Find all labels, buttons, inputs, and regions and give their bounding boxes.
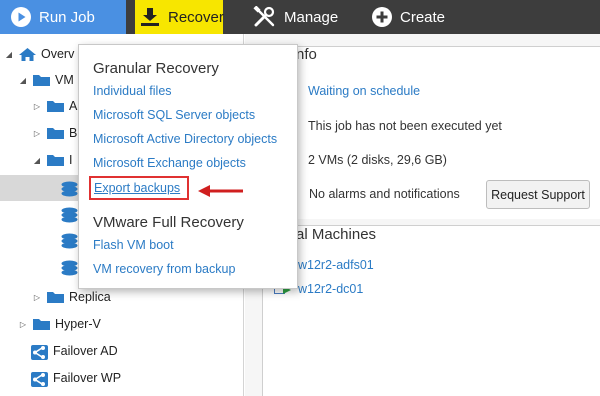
- tree-item-folder-b[interactable]: ▷ B: [32, 120, 77, 146]
- collapse-arrow-icon[interactable]: ▷: [32, 102, 42, 111]
- menu-item-export-backups[interactable]: Export backups: [89, 176, 189, 200]
- create-button[interactable]: Create: [371, 0, 445, 34]
- vm-link[interactable]: w12r2-adfs01: [298, 258, 374, 272]
- failover-icon: [30, 344, 49, 360]
- expand-arrow-icon[interactable]: ◢: [18, 76, 28, 85]
- tree-item-overview[interactable]: ◢ Overv: [4, 41, 74, 67]
- run-job-label: Run Job: [39, 8, 95, 26]
- download-icon: [139, 7, 161, 27]
- folder-icon: [46, 290, 65, 304]
- failover-icon: [30, 371, 49, 387]
- request-support-button[interactable]: Request Support: [486, 180, 590, 209]
- red-arrow-icon: [198, 185, 243, 197]
- recover-button[interactable]: Recover: [135, 0, 224, 34]
- home-icon: [18, 47, 37, 61]
- stack-icon: [60, 260, 79, 276]
- create-label: Create: [400, 8, 446, 26]
- tree-item-vmware[interactable]: ◢ VM: [18, 67, 74, 93]
- menu-item-active-directory-objects[interactable]: Microsoft Active Directory objects: [93, 132, 277, 146]
- collapse-arrow-icon[interactable]: ▷: [18, 320, 28, 329]
- recover-label: Recover: [168, 8, 224, 26]
- tree-item-failover-ad[interactable]: Failover AD: [26, 338, 118, 364]
- menu-item-individual-files[interactable]: Individual files: [93, 84, 172, 98]
- run-job-button[interactable]: Run Job: [0, 0, 126, 34]
- play-icon: [10, 6, 32, 28]
- virtual-machines-panel: [262, 225, 600, 396]
- execution-status: This job has not been executed yet: [308, 119, 502, 133]
- stack-icon: [60, 207, 79, 223]
- tree-item-failover-wp[interactable]: Failover WP: [26, 365, 121, 391]
- schedule-status-link[interactable]: Waiting on schedule: [308, 84, 420, 98]
- tree-item-hyper-v[interactable]: ▷ Hyper-V: [18, 311, 101, 337]
- granular-recovery-heading: Granular Recovery: [93, 60, 219, 77]
- tree-item-folder-a[interactable]: ▷ A: [32, 93, 77, 119]
- manage-label: Manage: [284, 8, 339, 26]
- vm-summary: 2 VMs (2 disks, 29,6 GB): [308, 153, 447, 167]
- manage-button[interactable]: Manage: [253, 0, 338, 34]
- folder-icon: [46, 99, 65, 113]
- menu-item-vm-recovery[interactable]: VM recovery from backup: [93, 262, 235, 276]
- job-info-title: nfo: [296, 46, 317, 63]
- stack-icon: [60, 233, 79, 249]
- expand-arrow-icon[interactable]: ◢: [4, 50, 14, 59]
- alarms-status: No alarms and notifications: [309, 187, 460, 201]
- tools-icon: [253, 6, 277, 28]
- folder-icon: [32, 73, 51, 87]
- menu-item-flash-vm-boot[interactable]: Flash VM boot: [93, 238, 174, 252]
- folder-icon: [32, 317, 51, 331]
- collapse-arrow-icon[interactable]: ▷: [32, 293, 42, 302]
- vm-link[interactable]: w12r2-dc01: [298, 282, 363, 296]
- folder-icon: [46, 153, 65, 167]
- collapse-arrow-icon[interactable]: ▷: [32, 129, 42, 138]
- menu-item-sql-server-objects[interactable]: Microsoft SQL Server objects: [93, 108, 255, 122]
- top-toolbar: Run Job Recover Manage Create: [0, 0, 600, 34]
- vmware-full-recovery-heading: VMware Full Recovery: [93, 214, 244, 231]
- plus-circle-icon: [371, 6, 393, 28]
- stack-icon: [60, 181, 79, 197]
- menu-item-exchange-objects[interactable]: Microsoft Exchange objects: [93, 156, 246, 170]
- recover-dropdown-menu: Granular Recovery Individual files Micro…: [78, 44, 298, 289]
- virtual-machines-title: al Machines: [296, 226, 377, 243]
- tree-item-folder-i[interactable]: ◢ I: [32, 147, 73, 173]
- folder-icon: [46, 126, 65, 140]
- expand-arrow-icon[interactable]: ◢: [32, 156, 42, 165]
